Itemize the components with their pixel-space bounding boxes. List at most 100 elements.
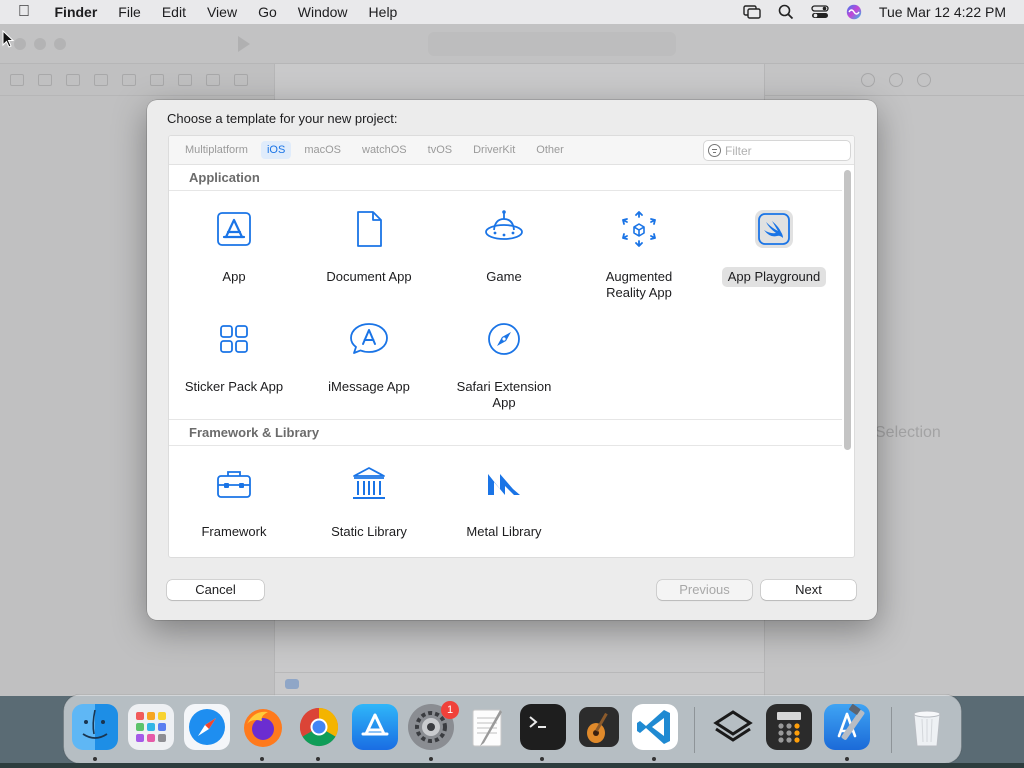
- dock-finder-icon[interactable]: [72, 704, 118, 750]
- debug-bar: [275, 672, 764, 696]
- toolbox-icon: [217, 471, 251, 498]
- menu-view[interactable]: View: [196, 4, 247, 20]
- inspector-tabs: [765, 64, 1024, 96]
- dock-xcode-icon[interactable]: [824, 704, 870, 750]
- reports-icon[interactable]: [234, 73, 248, 86]
- find-icon[interactable]: [94, 73, 108, 86]
- screen-mirroring-icon[interactable]: [735, 5, 769, 19]
- run-icon[interactable]: [238, 36, 250, 52]
- help-inspector-icon[interactable]: [917, 72, 931, 87]
- symbols-icon[interactable]: [66, 73, 80, 86]
- history-inspector-icon[interactable]: [889, 72, 903, 87]
- filter-input[interactable]: [725, 143, 845, 158]
- template-app[interactable]: App: [169, 207, 299, 287]
- minimize-window-icon[interactable]: [34, 38, 46, 50]
- running-indicator: [429, 757, 433, 761]
- dock-textedit-icon[interactable]: [464, 704, 510, 750]
- running-indicator: [260, 757, 264, 761]
- tab-macos[interactable]: macOS: [296, 141, 349, 159]
- control-center-icon[interactable]: [803, 5, 837, 19]
- window-toolbar: [0, 24, 1024, 64]
- scrollbar-thumb[interactable]: [844, 170, 851, 450]
- dock-chrome-icon[interactable]: [296, 704, 342, 750]
- spotlight-search-icon[interactable]: [769, 4, 803, 20]
- menu-window[interactable]: Window: [287, 4, 358, 20]
- menu-edit[interactable]: Edit: [151, 4, 196, 20]
- apple-menu-icon[interactable]: : [0, 3, 44, 21]
- game-ufo-icon: [485, 210, 523, 240]
- dock-launchpad-icon[interactable]: [128, 704, 174, 750]
- template-augmented-reality-app[interactable]: Augmented Reality App: [574, 207, 704, 303]
- breakpoints-icon[interactable]: [206, 73, 220, 86]
- filter-field[interactable]: [703, 140, 851, 161]
- previous-button[interactable]: Previous: [657, 580, 752, 600]
- document-icon: [357, 211, 382, 247]
- menu-help[interactable]: Help: [358, 4, 408, 20]
- siri-icon[interactable]: [837, 4, 871, 20]
- template-safari-extension-app[interactable]: Safari Extension App: [439, 317, 569, 413]
- file-inspector-icon[interactable]: [861, 72, 875, 87]
- no-selection-label: Selection: [875, 424, 941, 441]
- tab-ios[interactable]: iOS: [260, 141, 292, 159]
- dock-calculator-icon[interactable]: [766, 704, 812, 750]
- menu-bar:  Finder File Edit View Go Window Help T…: [0, 0, 1024, 24]
- safari-compass-icon: [488, 323, 520, 355]
- template-document-app[interactable]: Document App: [304, 207, 434, 287]
- navigator-tabs: [0, 64, 274, 96]
- dock-sketchbook-icon[interactable]: [710, 704, 756, 750]
- dock-safari-icon[interactable]: [184, 704, 230, 750]
- dock-garageband-icon[interactable]: [576, 704, 622, 750]
- template-scrollbar[interactable]: [842, 167, 853, 557]
- dock-vscode-icon[interactable]: [632, 704, 678, 750]
- sticker-grid-icon: [220, 325, 248, 353]
- close-window-icon[interactable]: [14, 38, 26, 50]
- template-label: Sticker Pack App: [184, 379, 284, 394]
- source-control-icon[interactable]: [38, 73, 52, 86]
- issues-icon[interactable]: [122, 73, 136, 86]
- tab-driverkit[interactable]: DriverKit: [465, 141, 523, 159]
- cancel-button[interactable]: Cancel: [167, 580, 264, 600]
- dock-firefox-icon[interactable]: [240, 704, 286, 750]
- menu-clock[interactable]: Tue Mar 12 4:22 PM: [871, 4, 1024, 20]
- template-imessage-app[interactable]: iMessage App: [304, 317, 434, 397]
- template-sticker-pack-app[interactable]: Sticker Pack App: [169, 317, 299, 397]
- activity-bar: [428, 32, 676, 56]
- template-static-library[interactable]: Static Library: [304, 462, 434, 542]
- debug-icon[interactable]: [178, 73, 192, 86]
- running-indicator: [540, 757, 544, 761]
- template-game[interactable]: Game: [439, 207, 569, 287]
- template-framework[interactable]: Framework: [169, 462, 299, 542]
- template-label: Safari Extension App: [456, 379, 552, 410]
- folder-icon[interactable]: [10, 73, 24, 86]
- template-label: Framework: [201, 524, 267, 539]
- debug-toggle-icon[interactable]: [285, 679, 299, 689]
- template-metal-library[interactable]: Metal Library: [439, 462, 569, 542]
- template-label: Document App: [326, 269, 412, 284]
- tab-other[interactable]: Other: [528, 141, 572, 159]
- dock-trash-icon[interactable]: [904, 704, 950, 750]
- tab-watchos[interactable]: watchOS: [354, 141, 415, 159]
- template-app-playground[interactable]: App Playground: [709, 207, 839, 287]
- template-panel: Multiplatform iOS macOS watchOS tvOS Dri…: [168, 135, 855, 558]
- tests-icon[interactable]: [150, 73, 164, 86]
- dock-app-store-icon[interactable]: [352, 704, 398, 750]
- filter-icon: [708, 144, 721, 157]
- next-button[interactable]: Next: [761, 580, 856, 600]
- library-columns-icon: [353, 467, 385, 499]
- menu-app-name[interactable]: Finder: [44, 4, 108, 20]
- template-label: App Playground: [721, 267, 827, 287]
- dock-terminal-icon[interactable]: [520, 704, 566, 750]
- zoom-window-icon[interactable]: [54, 38, 66, 50]
- menu-file[interactable]: File: [108, 4, 152, 20]
- running-indicator: [93, 757, 97, 761]
- dock-separator: [891, 707, 892, 753]
- running-indicator: [316, 757, 320, 761]
- tab-tvos[interactable]: tvOS: [420, 141, 460, 159]
- template-label: Game: [486, 269, 522, 284]
- section-header-framework-library: Framework & Library: [169, 420, 842, 446]
- platform-tabs: Multiplatform iOS macOS watchOS tvOS Dri…: [169, 136, 854, 165]
- tab-multiplatform[interactable]: Multiplatform: [177, 141, 256, 159]
- template-label: Augmented Reality App: [605, 269, 673, 300]
- swift-icon: [755, 210, 793, 248]
- menu-go[interactable]: Go: [248, 4, 288, 20]
